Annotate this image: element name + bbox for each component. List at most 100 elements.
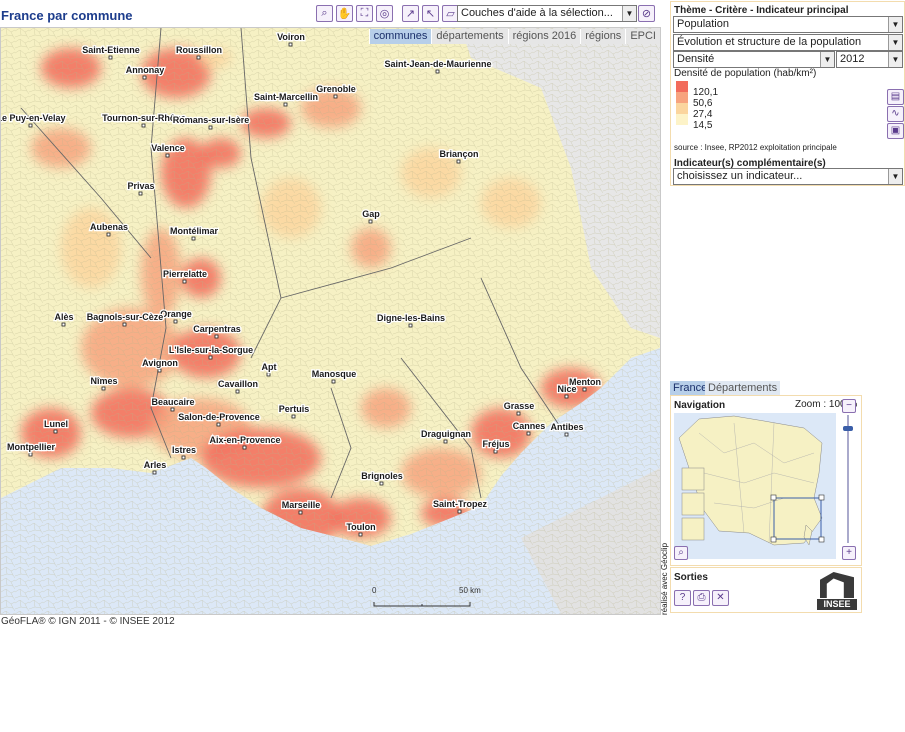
map-tab-1[interactable]: départements	[431, 29, 508, 44]
map-tab-4[interactable]: EPCI	[625, 29, 660, 44]
legend-value: 120,1	[693, 87, 719, 98]
map-tab-3[interactable]: régions	[580, 29, 626, 44]
zoom-slider[interactable]	[847, 415, 849, 543]
city-marker	[235, 389, 240, 394]
chevron-down-icon: ▼	[888, 35, 902, 50]
legend-value: 14,5	[693, 120, 713, 131]
year-select-value: 2012	[840, 53, 865, 65]
city-label: Bagnols-sur-Cèze	[87, 312, 164, 322]
city-label: Alès	[54, 312, 73, 322]
critere-select[interactable]: Évolution et structure de la population ▼	[673, 34, 903, 51]
zoom-out-button[interactable]: −	[842, 399, 856, 413]
city-marker	[208, 355, 213, 360]
indicator-select-value: Densité	[677, 53, 715, 65]
help-icon[interactable]: ?	[674, 590, 691, 606]
nav-title: Navigation	[674, 400, 726, 411]
city-marker	[53, 429, 58, 434]
city-marker	[106, 232, 111, 237]
map-level-tabs: communes départements régions 2016 régions E…	[368, 29, 660, 44]
zoom-slider-handle[interactable]	[843, 426, 853, 431]
navigation-panel: France Départements Navigation Zoom : 10…	[670, 381, 903, 566]
city-label: Le Puy-en-Velay	[1, 113, 66, 123]
city-label: Cavaillon	[218, 379, 258, 389]
layers-select[interactable]: Couches d'aide à la sélection... ▼	[457, 5, 637, 22]
city-label: Saint-Tropez	[433, 499, 488, 509]
city-label: Menton	[569, 377, 601, 387]
nav-tab-departements[interactable]: Départements	[705, 381, 781, 395]
city-label: Privas	[127, 181, 154, 191]
panel-header: Thème - Critère - Indicateur principal	[674, 5, 849, 16]
legend-value: 50,6	[693, 98, 713, 109]
binoculars-icon[interactable]: ◎	[376, 5, 393, 22]
map-tab-0[interactable]: communes	[368, 29, 432, 44]
select-line-icon[interactable]: ↖	[422, 5, 439, 22]
city-label: Salon-de-Provence	[178, 412, 260, 422]
city-label: Saint-Jean-de-Maurienne	[384, 59, 491, 69]
close-icon[interactable]: ✕	[712, 590, 729, 606]
city-label: Toulon	[346, 522, 375, 532]
city-marker	[182, 279, 187, 284]
scale-zero: 0	[372, 586, 377, 595]
city-label: Marseille	[282, 500, 321, 510]
city-label: Lunel	[44, 419, 68, 429]
city-label: Voiron	[277, 32, 305, 42]
city-marker	[526, 431, 531, 436]
choropleth-map[interactable]: Voiron Saint-Etienne Roussillon Saint-Jean-…	[0, 27, 661, 615]
pan-hand-icon[interactable]: ✋	[336, 5, 353, 22]
city-marker	[138, 191, 143, 196]
city-label: Annonay	[126, 65, 165, 75]
critere-select-value: Évolution et structure de la population	[677, 36, 862, 48]
zoom-icon[interactable]: ⌕	[316, 5, 333, 22]
city-marker	[368, 219, 373, 224]
legend-swatch	[676, 92, 688, 103]
city-marker	[493, 449, 498, 454]
city-marker	[288, 42, 293, 47]
page-title: France par commune	[1, 8, 133, 23]
city-label: Carpentras	[193, 324, 241, 334]
print-icon[interactable]: ⎙	[693, 590, 710, 606]
overview-zoom-icon[interactable]: ⌕	[674, 546, 688, 560]
fullscreen-icon[interactable]: ⛶	[356, 5, 373, 22]
city-label: Montélimar	[170, 226, 219, 236]
city-label: Pertuis	[279, 404, 310, 414]
city-label: Orange	[160, 309, 192, 319]
city-label: Istres	[172, 445, 196, 455]
map-canvas[interactable]: Voiron Saint-Etienne Roussillon Saint-Jean-…	[1, 28, 660, 614]
erase-selection-icon[interactable]: ⊘	[638, 5, 655, 22]
map-tab-2[interactable]: régions 2016	[507, 29, 581, 44]
city-marker	[170, 407, 175, 412]
city-label: Draguignan	[421, 429, 471, 439]
city-label: Aubenas	[90, 222, 128, 232]
city-marker	[333, 94, 338, 99]
city-label: Brignoles	[361, 471, 403, 481]
city-marker	[358, 532, 363, 537]
city-label: Briançon	[439, 149, 478, 159]
year-select[interactable]: 2012 ▼	[836, 51, 903, 68]
overview-map[interactable]	[674, 413, 836, 559]
city-label: Saint-Marcellin	[254, 92, 318, 102]
city-label: L'Isle-sur-la-Sorgue	[169, 345, 253, 355]
indicator-select[interactable]: Densité ▼	[673, 51, 835, 68]
theme-select[interactable]: Population ▼	[673, 16, 903, 33]
select-point-icon[interactable]: ↗	[402, 5, 419, 22]
city-marker	[457, 509, 462, 514]
legend-swatch	[676, 114, 688, 125]
chart-view-icon[interactable]: ∿	[887, 106, 904, 122]
city-marker	[298, 510, 303, 515]
city-marker	[122, 322, 127, 327]
zoom-in-button[interactable]: +	[842, 546, 856, 560]
table-view-icon[interactable]: ▤	[887, 89, 904, 105]
insee-logo-text: INSEE	[817, 599, 857, 610]
city-marker	[564, 432, 569, 437]
city-marker	[216, 422, 221, 427]
lock-icon[interactable]: ▣	[887, 123, 904, 139]
city-marker	[196, 55, 201, 60]
city-marker	[291, 414, 296, 419]
source-note: source : Insee, RP2012 exploitation prin…	[674, 143, 837, 152]
complement-select[interactable]: choisissez un indicateur... ▼	[673, 168, 903, 185]
city-marker	[208, 125, 213, 130]
city-marker	[564, 394, 569, 399]
city-marker	[456, 159, 461, 164]
exports-panel: Sorties ? ⎙ ✕ INSEE	[670, 567, 862, 613]
city-marker	[516, 411, 521, 416]
